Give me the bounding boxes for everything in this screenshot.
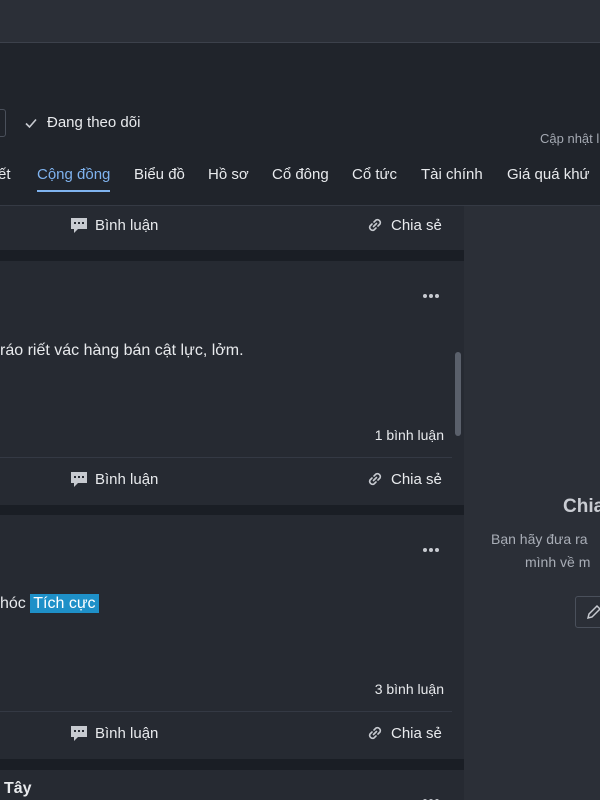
check-icon xyxy=(25,118,37,128)
post-author[interactable]: Tây xyxy=(4,780,32,798)
comment-icon xyxy=(71,472,87,487)
more-options-button[interactable] xyxy=(423,539,441,555)
link-icon xyxy=(368,218,382,232)
post-text-body: hóc xyxy=(0,595,26,612)
comment-label: Bình luận xyxy=(95,470,159,488)
comment-label: Bình luận xyxy=(95,216,159,234)
tab-shareholders[interactable]: Cổ đông xyxy=(272,166,329,183)
tab-chart[interactable]: Biểu đồ xyxy=(134,166,185,183)
post-card: Bình luận Chia sẻ xyxy=(0,206,464,250)
post-text: ráo riết vác hàng bán cật lực, lởm. xyxy=(0,342,244,359)
share-button[interactable]: Chia sẻ xyxy=(366,470,442,488)
comment-button[interactable]: Bình luận xyxy=(70,724,158,742)
more-options-button[interactable] xyxy=(423,285,441,301)
tab-profile[interactable]: Hồ sơ xyxy=(208,166,249,183)
header-input[interactable] xyxy=(0,109,6,137)
comment-count[interactable]: 3 bình luận xyxy=(375,681,444,697)
updated-label: Cập nhật l xyxy=(540,131,600,146)
tab-financials[interactable]: Tài chính xyxy=(421,166,483,183)
tab-community[interactable]: Cộng đồng xyxy=(37,166,111,192)
sentiment-tag[interactable]: Tích cực xyxy=(30,594,99,613)
tab-price-history[interactable]: Giá quá khứ xyxy=(507,166,590,183)
comment-icon xyxy=(71,218,87,233)
comment-icon xyxy=(71,726,87,741)
feed-scrollbar[interactable] xyxy=(455,352,461,436)
share-button[interactable]: Chia sẻ xyxy=(366,216,442,234)
comment-button[interactable]: Bình luận xyxy=(70,470,158,488)
post-actions: Bình luận Chia sẻ xyxy=(0,711,452,756)
post-actions: Bình luận Chia sẻ xyxy=(0,206,452,250)
post-card: Tây xyxy=(0,770,464,800)
more-options-button[interactable] xyxy=(423,790,441,800)
post-card: ráo riết vác hàng bán cật lực, lởm. 1 bì… xyxy=(0,261,464,505)
pencil-icon xyxy=(586,604,600,620)
comment-button[interactable]: Bình luận xyxy=(70,216,158,234)
share-label: Chia sẻ xyxy=(391,724,442,742)
share-button[interactable]: Chia sẻ xyxy=(366,724,442,742)
post-actions: Bình luận Chia sẻ xyxy=(0,457,452,502)
tab-overview[interactable]: ết xyxy=(0,166,11,183)
post-card: hóc Tích cực 3 bình luận Bình luận Chia … xyxy=(0,515,464,759)
write-post-button[interactable] xyxy=(575,596,600,628)
community-feed: Bình luận Chia sẻ ráo riết vác hàng bán … xyxy=(0,206,464,800)
tab-dividends[interactable]: Cổ tức xyxy=(352,166,397,183)
post-text: hóc Tích cực xyxy=(0,594,99,613)
follow-button[interactable]: Đang theo dõi xyxy=(24,114,140,131)
follow-label: Đang theo dõi xyxy=(47,114,141,131)
share-label: Chia sẻ xyxy=(391,470,442,488)
comment-label: Bình luận xyxy=(95,724,159,742)
panel-title: Chia xyxy=(563,496,600,517)
share-label: Chia sẻ xyxy=(391,216,442,234)
panel-text-line2: mình về m xyxy=(525,554,591,570)
panel-text-line1: Bạn hãy đưa ra xyxy=(491,531,588,547)
link-icon xyxy=(368,472,382,486)
tab-bar: ết Cộng đồng Biểu đồ Hồ sơ Cổ đông Cổ tứ… xyxy=(0,166,600,196)
link-icon xyxy=(368,726,382,740)
comment-count[interactable]: 1 bình luận xyxy=(375,427,444,443)
top-bar xyxy=(0,0,600,43)
